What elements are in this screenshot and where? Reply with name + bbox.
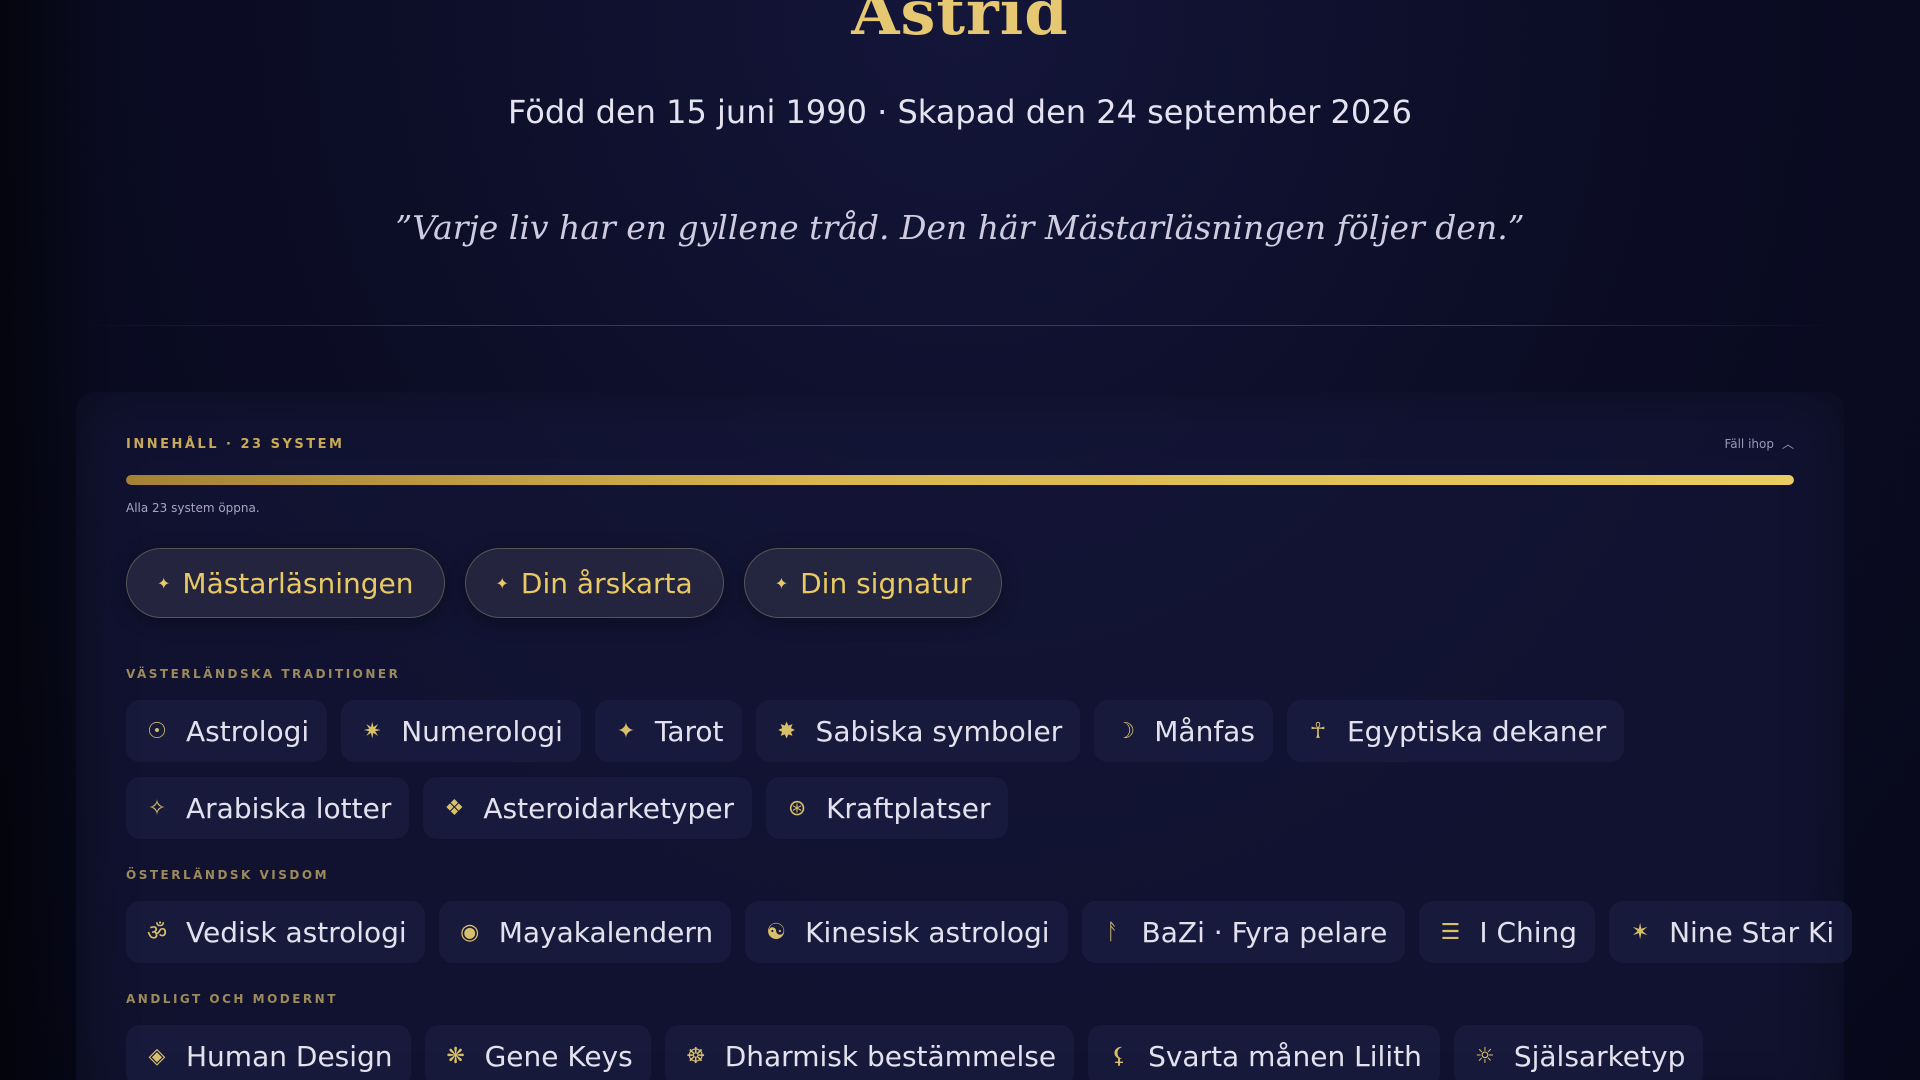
four-point-star-icon: ✦ xyxy=(616,718,636,744)
om-icon: ॐ xyxy=(146,921,168,946)
sparkle-icon: ✦ xyxy=(495,573,509,593)
system-chip-label: Gene Keys xyxy=(484,1039,633,1073)
compass-icon: ⊛ xyxy=(787,795,807,821)
system-chip[interactable]: ॐ Vedisk astrologi xyxy=(126,901,425,963)
group-label: VÄSTERLÄNDSKA TRADITIONER xyxy=(126,667,401,681)
diamond-star-icon: ✧ xyxy=(147,795,167,821)
system-chip[interactable]: ✧ Arabiska lotter xyxy=(126,777,410,839)
group-label: ÖSTERLÄNDSK VISDOM xyxy=(126,868,330,882)
system-chip[interactable]: ◈ Human Design xyxy=(126,1025,411,1080)
feature-button-label: Din signatur xyxy=(800,566,972,600)
system-chip[interactable]: ☥ Egyptiska dekaner xyxy=(1286,700,1625,762)
system-chip[interactable]: ⚸ Svarta månen Lilith xyxy=(1088,1025,1440,1080)
system-chip[interactable]: ❖ Asteroidarketyper xyxy=(423,777,753,839)
chevron-up-icon: ︿ xyxy=(1781,437,1794,451)
system-chip[interactable]: ❋ Gene Keys xyxy=(424,1025,651,1080)
system-chip-label: Human Design xyxy=(186,1039,393,1073)
system-chip[interactable]: ✸ Sabiska symboler xyxy=(755,700,1081,762)
system-chip[interactable]: ☼ Själsarketyp xyxy=(1453,1025,1704,1080)
systems-progress-bar xyxy=(126,475,1794,485)
feature-button-label: Din årskarta xyxy=(520,566,693,600)
system-chip[interactable]: ✦ Tarot xyxy=(594,700,742,762)
sparkle-icon: ✦ xyxy=(157,573,171,593)
system-chip-label: Sabiska symboler xyxy=(815,714,1063,748)
system-row: ✧ Arabiska lotter ❖ Asteroidarketyper ⊛ Kraft… xyxy=(126,777,1009,839)
diamond-icon: ◈ xyxy=(148,1043,166,1069)
crescent-moon-icon: ☽ xyxy=(1115,718,1136,744)
system-chip[interactable]: ✷ Numerologi xyxy=(341,700,581,762)
star-icon: ✶ xyxy=(1630,919,1650,945)
snowflake-icon: ❋ xyxy=(446,1043,465,1069)
yin-yang-icon: ☯ xyxy=(766,919,786,945)
person-name: Astrid xyxy=(851,0,1069,49)
system-chip-label: Svarta månen Lilith xyxy=(1148,1039,1422,1073)
system-chip-label: Själsarketyp xyxy=(1513,1039,1686,1073)
ankh-icon: ☥ xyxy=(1309,718,1327,744)
group-label: ANDLIGT OCH MODERNT xyxy=(126,992,338,1006)
system-row: ॐ Vedisk astrologi ◉ Mayakalendern ☯ Kinesisk… xyxy=(126,901,1853,963)
system-chip-label: Numerologi xyxy=(401,714,563,748)
system-chip-label: Asteroidarketyper xyxy=(483,791,735,825)
system-chip[interactable]: ☰ I Ching xyxy=(1419,901,1596,963)
systems-progress-fill xyxy=(126,475,1794,485)
pillar-icon: ᚨ xyxy=(1105,919,1120,945)
system-chip-label: Månfas xyxy=(1154,714,1255,748)
lilith-icon: ⚸ xyxy=(1111,1043,1128,1069)
asterisk-star-icon: ✷ xyxy=(363,718,382,744)
sun-rays-icon: ☼ xyxy=(1474,1043,1495,1069)
system-chip-label: Kinesisk astrologi xyxy=(805,915,1050,949)
section-divider xyxy=(76,325,1844,326)
feature-button-0[interactable]: ✦ Mästarläsningen xyxy=(126,548,445,618)
feature-buttons: ✦ Mästarläsningen ✦ Din årskarta ✦ Din signat… xyxy=(126,548,1003,618)
sparkle-icon: ✦ xyxy=(774,573,789,593)
system-chip-label: Mayakalendern xyxy=(498,915,714,949)
feature-button-2[interactable]: ✦ Din signatur xyxy=(743,548,1003,618)
system-chip-label: Vedisk astrologi xyxy=(186,915,407,949)
system-chip[interactable]: ⊛ Kraftplatser xyxy=(766,777,1009,839)
system-chip-label: Arabiska lotter xyxy=(186,791,392,825)
feature-button-1[interactable]: ✦ Din årskarta xyxy=(464,548,724,618)
system-chip[interactable]: ☯ Kinesisk astrologi xyxy=(745,901,1068,963)
system-chip-label: Egyptiska dekaner xyxy=(1346,714,1607,748)
sun-circle-icon: ☉ xyxy=(147,718,167,744)
system-chip-label: BaZi · Fyra pelare xyxy=(1141,915,1388,949)
system-chip-label: I Ching xyxy=(1479,915,1578,949)
toc-header: INNEHÅLL · 23 SYSTEM xyxy=(126,437,345,452)
system-chip[interactable]: ᚨ BaZi · Fyra pelare xyxy=(1081,901,1406,963)
feature-button-label: Mästarläsningen xyxy=(182,566,414,600)
birth-and-created-dates: Född den 15 juni 1990 · Skapad den 24 se… xyxy=(508,93,1412,131)
wheel-icon: ☸ xyxy=(685,1043,706,1069)
system-row: ☉ Astrologi ✷ Numerologi ✦ Tarot ✸ Sabiska symb… xyxy=(126,700,1625,762)
system-chip[interactable]: ☽ Månfas xyxy=(1094,700,1273,762)
burst-icon: ✸ xyxy=(777,718,796,744)
system-chip-label: Dharmisk bestämmelse xyxy=(724,1039,1057,1073)
system-chip[interactable]: ☸ Dharmisk bestämmelse xyxy=(664,1025,1075,1080)
system-chip[interactable]: ✶ Nine Star Ki xyxy=(1609,901,1853,963)
collapse-toc-button[interactable]: Fäll ihop ︿ xyxy=(1724,435,1794,452)
four-diamonds-icon: ❖ xyxy=(444,795,465,821)
hero-quote: ”Varje liv har en gyllene tråd. Den här … xyxy=(395,208,1525,247)
system-row: ◈ Human Design ❋ Gene Keys ☸ Dharmisk bestämm… xyxy=(126,1025,1704,1080)
system-chip[interactable]: ◉ Mayakalendern xyxy=(438,901,732,963)
system-chip-label: Astrologi xyxy=(186,714,310,748)
sun-disc-icon: ◉ xyxy=(460,919,480,945)
system-chip-label: Nine Star Ki xyxy=(1669,915,1835,949)
system-chip-label: Kraftplatser xyxy=(826,791,991,825)
trigram-icon: ☰ xyxy=(1440,919,1461,945)
system-chip-label: Tarot xyxy=(654,714,724,748)
collapse-label: Fäll ihop xyxy=(1724,436,1774,451)
progress-note: Alla 23 system öppna. xyxy=(126,501,260,515)
system-chip[interactable]: ☉ Astrologi xyxy=(126,700,328,762)
